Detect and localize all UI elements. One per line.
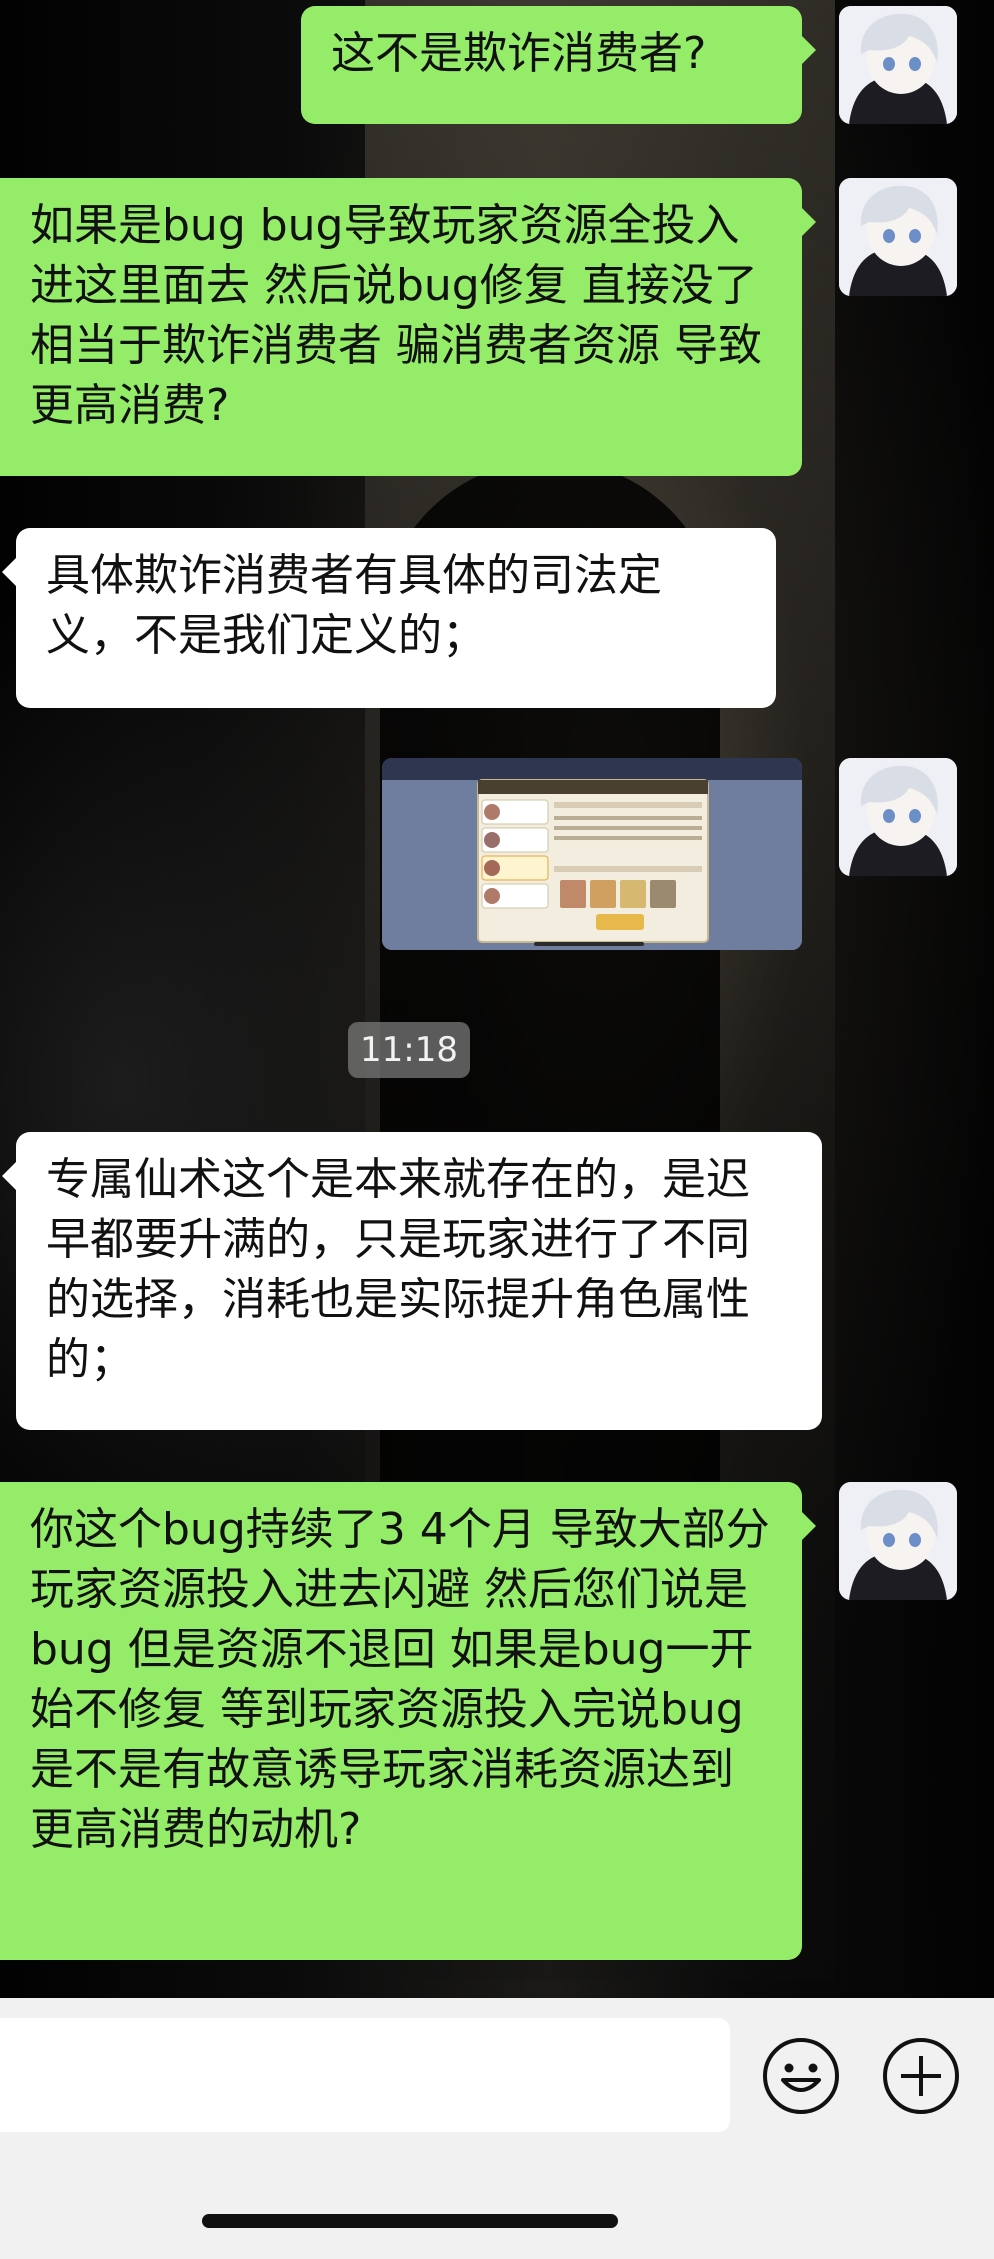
emoji-button[interactable] [761,2036,841,2116]
anime-avatar-icon [839,6,957,124]
plus-button[interactable] [881,2036,961,2116]
image-message[interactable] [382,758,802,950]
timestamp-pill: 11:18 [348,1022,470,1078]
anime-avatar-icon [839,178,957,296]
message-text: 这不是欺诈消费者? [331,28,707,79]
avatar[interactable] [839,758,957,876]
game-screenshot-thumbnail [382,758,802,950]
message-text: 如果是bug bug导致玩家资源全投入进这里面去 然后说bug修复 直接没了 相… [30,200,762,431]
avatar[interactable] [839,178,957,296]
home-indicator[interactable] [202,2214,618,2228]
message-text: 专属仙术这个是本来就存在的，是迟早都要升满的，只是玩家进行了不同的选择，消耗也是… [46,1154,750,1385]
plus-icon [883,2038,959,2114]
message-bubble-incoming[interactable]: 专属仙术这个是本来就存在的，是迟早都要升满的，只是玩家进行了不同的选择，消耗也是… [2,1132,822,1430]
message-input[interactable] [0,2018,730,2132]
chat-screen: 这不是欺诈消费者? 如果是bug bug导致玩家资源全投入进这里面去 然后说bu… [0,0,994,2259]
avatar[interactable] [839,6,957,124]
message-bubble-outgoing[interactable]: 如果是bug bug导致玩家资源全投入进这里面去 然后说bug修复 直接没了 相… [0,178,816,476]
emoji-icon [763,2038,839,2114]
message-text: 具体欺诈消费者有具体的司法定义，不是我们定义的； [46,550,662,661]
message-bubble-incoming[interactable]: 具体欺诈消费者有具体的司法定义，不是我们定义的； [2,528,776,708]
anime-avatar-icon [839,758,957,876]
anime-avatar-icon [839,1482,957,1600]
message-bubble-outgoing[interactable]: 你这个bug持续了3 4个月 导致大部分玩家资源投入进去闪避 然后您们说是bug… [0,1482,816,1960]
message-bubble-outgoing[interactable]: 这不是欺诈消费者? [301,6,816,124]
avatar[interactable] [839,1482,957,1600]
message-text: 你这个bug持续了3 4个月 导致大部分玩家资源投入进去闪避 然后您们说是bug… [30,1504,770,1855]
